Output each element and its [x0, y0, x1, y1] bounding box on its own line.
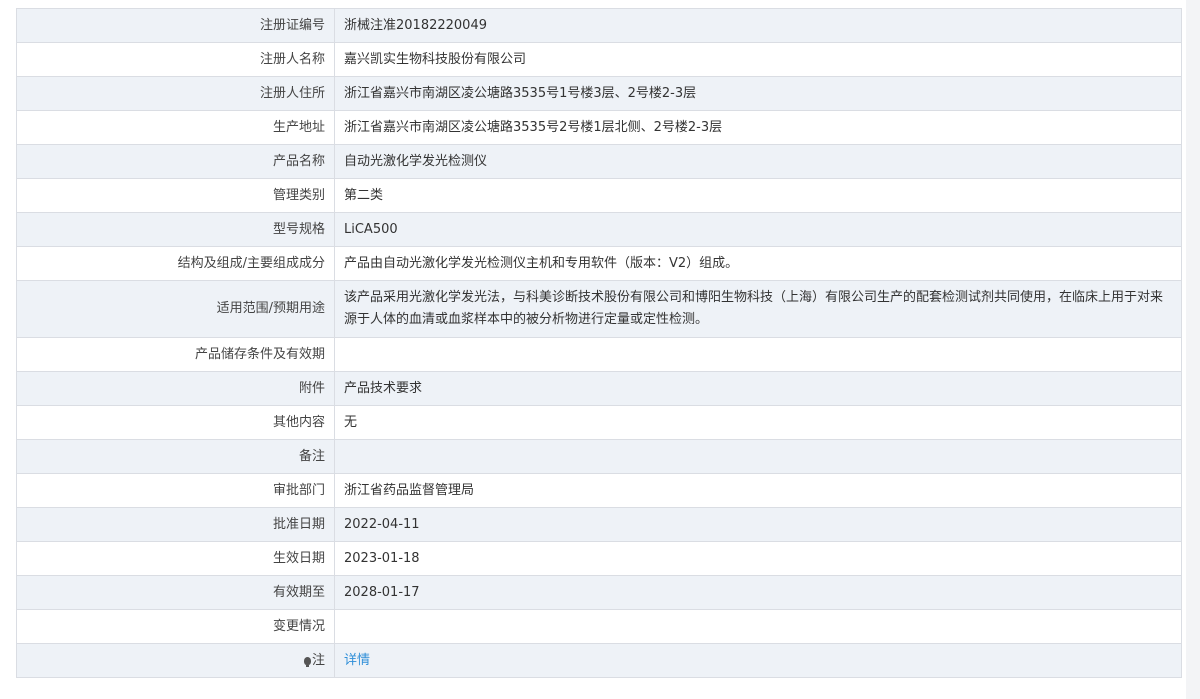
row-value-management-class: 第二类: [334, 178, 1182, 213]
note-label: 注: [311, 652, 325, 668]
table-row: 注册证编号 浙械注准20182220049: [16, 8, 1182, 43]
row-label-structure: 结构及组成/主要组成成分: [16, 246, 335, 281]
row-value-intended-use: 该产品采用光激化学发光法，与科美诊断技术股份有限公司和博阳生物科技（上海）有限公…: [334, 280, 1182, 338]
row-label-product-name: 产品名称: [16, 144, 335, 179]
row-label-registrant-address: 注册人住所: [16, 76, 335, 111]
row-value-registrant-name: 嘉兴凯实生物科技股份有限公司: [334, 42, 1182, 77]
row-value-attachment: 产品技术要求: [334, 371, 1182, 406]
lightbulb-icon: [303, 656, 311, 667]
row-label-registration-no: 注册证编号: [16, 8, 335, 43]
row-value-approval-date: 2022-04-11: [334, 507, 1182, 542]
table-row: 其他内容 无: [16, 405, 1182, 440]
scrollbar-track[interactable]: [1186, 0, 1200, 699]
table-row: 适用范围/预期用途 该产品采用光激化学发光法，与科美诊断技术股份有限公司和博阳生…: [16, 280, 1182, 338]
row-label-model-spec: 型号规格: [16, 212, 335, 247]
row-label-intended-use: 适用范围/预期用途: [16, 280, 335, 338]
row-value-structure: 产品由自动光激化学发光检测仪主机和专用软件（版本：V2）组成。: [334, 246, 1182, 281]
row-value-valid-until: 2028-01-17: [334, 575, 1182, 610]
table-row: 备注: [16, 439, 1182, 474]
table-row: 有效期至 2028-01-17: [16, 575, 1182, 610]
details-link[interactable]: 详情: [344, 653, 370, 668]
row-value-product-name: 自动光激化学发光检测仪: [334, 144, 1182, 179]
table-row: 型号规格 LiCA500: [16, 212, 1182, 247]
row-value-storage: [334, 337, 1182, 372]
row-label-production-address: 生产地址: [16, 110, 335, 145]
row-value-production-address: 浙江省嘉兴市南湖区凌公塘路3535号2号楼1层北侧、2号楼2-3层: [334, 110, 1182, 145]
row-value-note: 详情: [334, 643, 1182, 678]
table-row: 批准日期 2022-04-11: [16, 507, 1182, 542]
table-row: 生效日期 2023-01-18: [16, 541, 1182, 576]
row-label-approval-dept: 审批部门: [16, 473, 335, 508]
row-label-other: 其他内容: [16, 405, 335, 440]
detail-panel: 注册证编号 浙械注准20182220049 注册人名称 嘉兴凯实生物科技股份有限…: [0, 0, 1200, 699]
table-row: 附件 产品技术要求: [16, 371, 1182, 406]
row-value-remarks: [334, 439, 1182, 474]
table-row: 结构及组成/主要组成成分 产品由自动光激化学发光检测仪主机和专用软件（版本：V2…: [16, 246, 1182, 281]
row-value-registration-no: 浙械注准20182220049: [334, 8, 1182, 43]
row-label-attachment: 附件: [16, 371, 335, 406]
row-label-approval-date: 批准日期: [16, 507, 335, 542]
row-label-storage: 产品储存条件及有效期: [16, 337, 335, 372]
table-row: 管理类别 第二类: [16, 178, 1182, 213]
registration-detail-table: 注册证编号 浙械注准20182220049 注册人名称 嘉兴凯实生物科技股份有限…: [16, 8, 1182, 678]
row-value-other: 无: [334, 405, 1182, 440]
table-row: 注 详情: [16, 643, 1182, 678]
table-row: 注册人名称 嘉兴凯实生物科技股份有限公司: [16, 42, 1182, 77]
table-row: 产品储存条件及有效期: [16, 337, 1182, 372]
row-value-registrant-address: 浙江省嘉兴市南湖区凌公塘路3535号1号楼3层、2号楼2-3层: [334, 76, 1182, 111]
table-row: 注册人住所 浙江省嘉兴市南湖区凌公塘路3535号1号楼3层、2号楼2-3层: [16, 76, 1182, 111]
row-value-changes: [334, 609, 1182, 644]
row-label-valid-until: 有效期至: [16, 575, 335, 610]
row-label-registrant-name: 注册人名称: [16, 42, 335, 77]
row-value-effective-date: 2023-01-18: [334, 541, 1182, 576]
row-value-approval-dept: 浙江省药品监督管理局: [334, 473, 1182, 508]
table-row: 变更情况: [16, 609, 1182, 644]
row-label-remarks: 备注: [16, 439, 335, 474]
row-label-management-class: 管理类别: [16, 178, 335, 213]
row-label-effective-date: 生效日期: [16, 541, 335, 576]
table-row: 生产地址 浙江省嘉兴市南湖区凌公塘路3535号2号楼1层北侧、2号楼2-3层: [16, 110, 1182, 145]
table-row: 审批部门 浙江省药品监督管理局: [16, 473, 1182, 508]
table-row: 产品名称 自动光激化学发光检测仪: [16, 144, 1182, 179]
row-value-model-spec: LiCA500: [334, 212, 1182, 247]
row-label-changes: 变更情况: [16, 609, 335, 644]
row-label-note: 注: [16, 643, 335, 678]
